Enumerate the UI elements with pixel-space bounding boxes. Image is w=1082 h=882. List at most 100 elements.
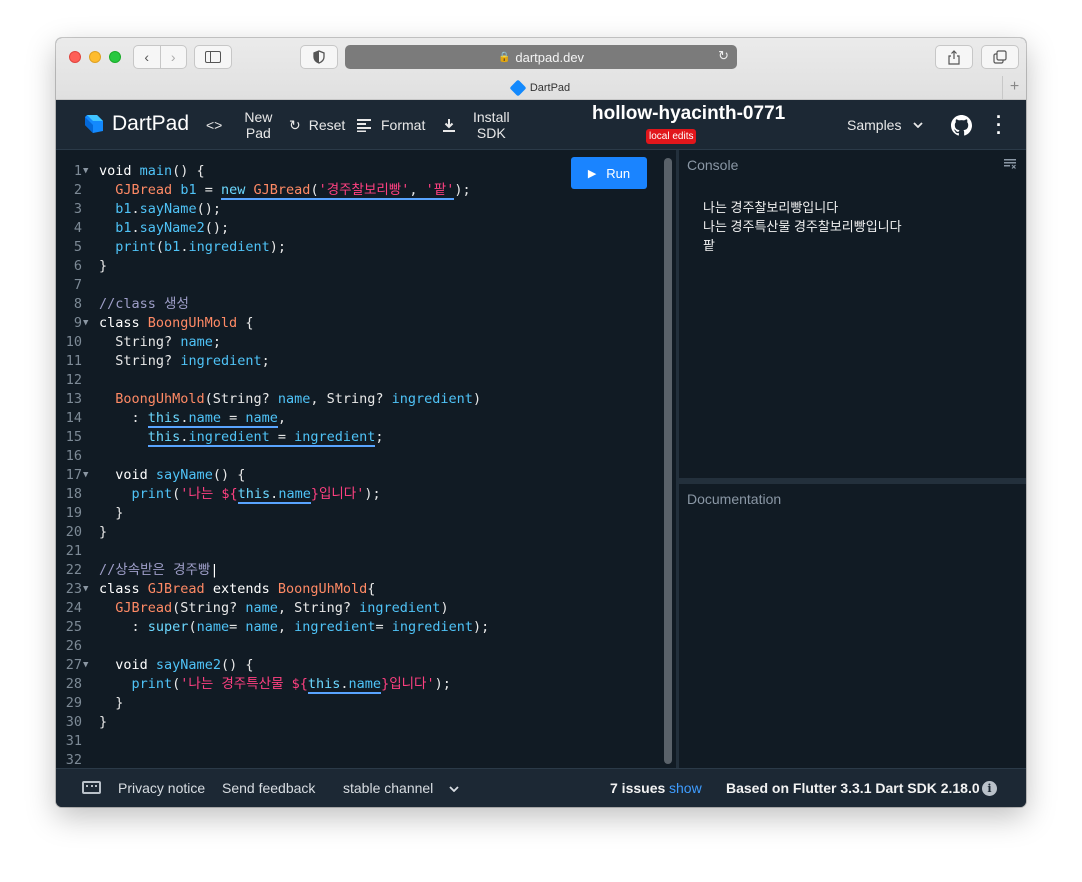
token: name (245, 600, 278, 616)
token: GJBread (115, 600, 173, 616)
token: . (340, 676, 349, 692)
token: ingredient (294, 429, 376, 445)
comment: //class 생성 (99, 296, 189, 312)
install-sdk-label: Install SDK (473, 109, 510, 141)
editor-scrollbar[interactable] (664, 158, 672, 764)
privacy-report-button[interactable] (300, 45, 338, 69)
back-icon[interactable]: ‹ (134, 46, 160, 68)
line-number: 25 (65, 619, 82, 635)
chevron-down-icon (449, 786, 459, 793)
token: ingredient (359, 600, 441, 616)
token: this (307, 676, 341, 692)
line-number: 30 (65, 714, 82, 730)
token: '팥' (425, 182, 455, 198)
share-icon (948, 49, 960, 65)
token: class (99, 581, 140, 597)
token: this (147, 410, 181, 426)
token: ); (454, 182, 471, 198)
token: { (367, 581, 376, 597)
token: ; (212, 334, 221, 350)
token: super (147, 619, 189, 635)
token: , (277, 619, 287, 635)
run-button[interactable]: ▶ Run (571, 157, 647, 189)
local-edits-badge: local edits (646, 129, 697, 144)
token: ( (155, 239, 165, 255)
privacy-notice-link[interactable]: Privacy notice (118, 780, 205, 796)
token: print (131, 676, 173, 692)
more-options-icon[interactable]: · · · (994, 108, 1004, 142)
github-icon[interactable] (951, 115, 972, 136)
token: sayName2 (139, 220, 205, 236)
fold-arrow-icon[interactable]: ▼ (83, 580, 88, 599)
clear-console-icon[interactable] (1004, 159, 1016, 169)
token: BoongUhMold (277, 581, 368, 597)
fold-arrow-icon[interactable]: ▼ (83, 656, 88, 675)
fold-arrow-icon[interactable]: ▼ (83, 314, 88, 333)
maximize-window-button[interactable] (109, 51, 121, 63)
token: b1 (115, 220, 132, 236)
token: class (99, 315, 140, 331)
chevron-down-icon (913, 122, 924, 128)
token: , (409, 182, 418, 198)
close-window-button[interactable] (69, 51, 81, 63)
token: extends (212, 581, 270, 597)
token: (String? (172, 600, 238, 616)
token: GJBread (147, 581, 205, 597)
token: ingredient (391, 391, 473, 407)
install-label-line2: SDK (476, 125, 506, 141)
tab-overview-button[interactable] (981, 45, 1019, 69)
run-label: Run (606, 165, 631, 181)
token: ); (364, 486, 381, 502)
token: () { (212, 467, 246, 483)
token: = (204, 182, 213, 198)
token: . (131, 201, 140, 217)
fold-arrow-icon[interactable]: ▼ (83, 466, 88, 485)
code-brackets-icon: <> (206, 117, 223, 133)
token: String? (115, 334, 173, 350)
format-button[interactable]: Format (357, 100, 425, 150)
sdk-version-info: Based on Flutter 3.3.1 Dart SDK 2.18.0 (726, 780, 980, 796)
share-button[interactable] (935, 45, 973, 69)
send-feedback-link[interactable]: Send feedback (222, 780, 315, 796)
token: name (278, 486, 311, 502)
token: . (131, 220, 140, 236)
samples-dropdown[interactable]: Samples (847, 100, 924, 150)
info-icon[interactable]: i (982, 781, 997, 796)
channel-selector[interactable]: stable channel (343, 780, 459, 796)
line-number: 1 (73, 163, 82, 179)
token: b1 (180, 182, 197, 198)
token: sayName2 (155, 657, 221, 673)
new-tab-button[interactable]: + (1002, 76, 1026, 100)
token: : (131, 619, 140, 635)
token: '경주찰보리빵' (318, 182, 410, 198)
fold-arrow-icon[interactable]: ▼ (83, 162, 88, 181)
token: ( (188, 619, 197, 635)
reset-button[interactable]: ↻ Reset (289, 100, 345, 150)
install-sdk-button[interactable]: Install SDK (443, 100, 510, 150)
token: GJBread (253, 182, 311, 198)
keyboard-icon[interactable] (82, 781, 101, 794)
code-editor[interactable]: 1 ▼ void main() { 2 GJBread b1 = new GJBre… (56, 150, 676, 768)
token: , String? (310, 391, 384, 407)
sidebar-toggle-button[interactable] (194, 45, 232, 69)
token: name (188, 410, 221, 426)
comment: //상속받은 경주빵 (99, 562, 211, 578)
reload-icon[interactable]: ↻ (718, 48, 729, 64)
new-pad-button[interactable]: <> New Pad (206, 100, 272, 150)
token: name (180, 334, 213, 350)
token: name (245, 410, 278, 426)
new-pad-label: New Pad (244, 109, 272, 141)
token: ingredient (391, 619, 474, 635)
address-bar[interactable]: 🔒 dartpad.dev ↻ (345, 45, 737, 69)
token: () { (220, 657, 254, 673)
token: BoongUhMold (147, 315, 238, 331)
project-title[interactable]: hollow-hyacinth-0771 (592, 103, 785, 125)
line-number: 6 (73, 258, 82, 274)
token: sayName (139, 201, 197, 217)
minimize-window-button[interactable] (89, 51, 101, 63)
browser-tab[interactable]: DartPad (56, 76, 1026, 100)
show-issues-link[interactable]: show (669, 780, 702, 796)
token: ingredient (180, 353, 262, 369)
tab-title: DartPad (529, 82, 571, 94)
forward-icon[interactable]: › (159, 46, 187, 68)
